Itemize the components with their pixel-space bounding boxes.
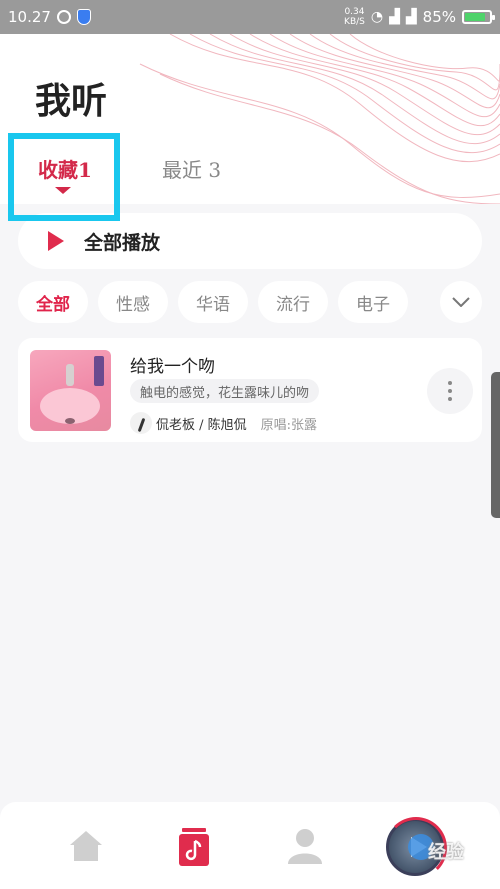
artist-name[interactable]: 侃老板 / 陈旭侃 — [156, 414, 247, 433]
song-tag: 触电的感觉，花生露味儿的吻 — [130, 379, 320, 403]
chip-pop[interactable]: 流行 — [258, 281, 328, 323]
song-list-item[interactable]: 给我一个吻 触电的感觉，花生露味儿的吻 侃老板 / 陈旭侃 原唱:张露 — [18, 338, 482, 442]
scrollbar[interactable] — [491, 372, 500, 518]
nav-home[interactable] — [68, 828, 104, 868]
security-shield-icon — [76, 9, 91, 25]
tab-recent-count: 3 — [208, 158, 222, 182]
page-title: 我听 — [35, 80, 108, 122]
wifi-icon: ◔ — [370, 9, 384, 25]
artist-avatar — [130, 412, 152, 434]
battery-percent: 85% — [422, 8, 456, 26]
user-icon — [288, 829, 322, 864]
more-dot-icon — [448, 397, 452, 401]
nav-profile[interactable] — [288, 828, 322, 868]
tab-recent[interactable]: 最近 3 — [162, 154, 221, 183]
chip-sexy[interactable]: 性感 — [98, 281, 168, 323]
home-icon — [70, 831, 102, 861]
chevron-down-icon — [452, 297, 470, 307]
alarm-icon — [56, 10, 71, 24]
chip-all[interactable]: 全部 — [18, 281, 88, 323]
watermark: 经验 — [428, 842, 464, 863]
more-dot-icon — [448, 389, 452, 393]
network-speed-value: 0.34 — [344, 7, 365, 17]
annotation-highlight-box — [8, 133, 120, 221]
chip-electronic[interactable]: 电子 — [338, 281, 408, 323]
original-singer: 原唱:张露 — [260, 417, 318, 433]
album-cover — [30, 350, 111, 431]
play-icon — [48, 231, 64, 251]
status-bar: 10.27 0.34 KB/S ◔ ▟ ▟ 85% — [0, 0, 500, 34]
status-time: 10.27 — [8, 8, 51, 26]
expand-chips-button[interactable] — [440, 281, 482, 323]
network-speed-unit: KB/S — [344, 17, 365, 27]
signal-4g-icon: ▟ — [405, 9, 417, 25]
signal-icon: ▟ — [389, 9, 400, 25]
more-dot-icon — [448, 381, 452, 385]
tab-recent-label: 最近 — [162, 158, 202, 182]
song-title: 给我一个吻 — [130, 357, 215, 377]
chip-chinese[interactable]: 华语 — [178, 281, 248, 323]
network-speed: 0.34 KB/S — [344, 7, 365, 27]
nav-my-music[interactable] — [179, 828, 209, 870]
artist-row: 侃老板 / 陈旭侃 原唱:张露 — [130, 412, 317, 434]
music-library-icon — [179, 828, 209, 866]
more-options-button[interactable] — [427, 368, 473, 414]
filter-chips: 全部 性感 华语 流行 电子 — [18, 281, 408, 323]
play-all-label: 全部播放 — [84, 231, 161, 254]
battery-icon — [462, 10, 495, 24]
play-all-button[interactable]: 全部播放 — [18, 213, 482, 269]
